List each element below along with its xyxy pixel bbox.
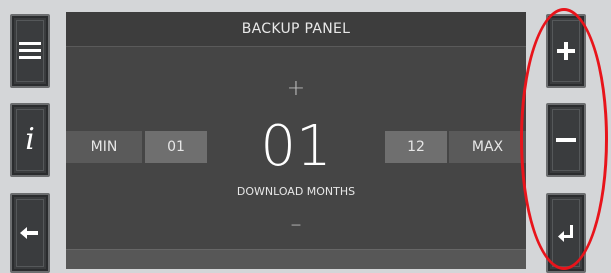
backup-panel: BACKUP PANEL MIN 01 + 01 DOWNLOAD MONTHS… <box>66 12 526 269</box>
decrease-indicator: – <box>290 212 302 237</box>
min-label: MIN <box>66 131 142 163</box>
back-button[interactable] <box>10 193 50 273</box>
highlight-annotation <box>520 8 608 270</box>
panel-title: BACKUP PANEL <box>66 12 526 47</box>
download-months-label: DOWNLOAD MONTHS <box>236 185 356 198</box>
info-button[interactable]: i <box>10 103 50 177</box>
max-label: MAX <box>449 131 526 163</box>
info-icon: i <box>16 109 44 171</box>
panel-footer <box>66 249 526 269</box>
min-value: 01 <box>145 131 207 163</box>
menu-icon <box>16 20 44 82</box>
download-months-value: 01 <box>260 114 332 179</box>
menu-button[interactable] <box>10 14 50 88</box>
max-value: 12 <box>385 131 447 163</box>
info-glyph: i <box>25 122 35 157</box>
back-arrow-icon <box>16 199 44 267</box>
increase-indicator: + <box>286 76 306 101</box>
